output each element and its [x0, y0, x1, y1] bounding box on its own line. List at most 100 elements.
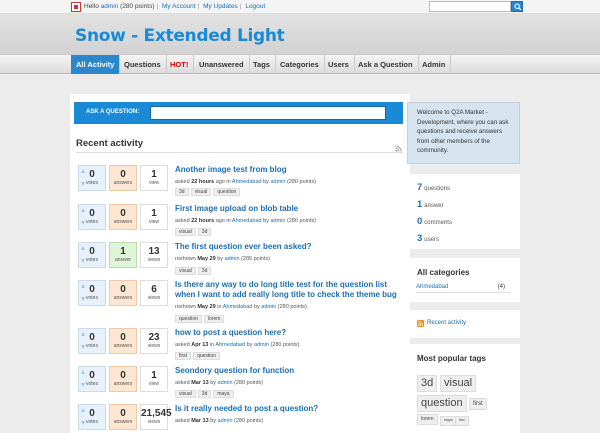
vote-up-icon[interactable] — [81, 284, 85, 288]
category-count: (4) — [497, 284, 505, 290]
vote-down-icon[interactable] — [81, 221, 85, 225]
question-title[interactable]: Another image test from blog — [175, 165, 400, 175]
vote-count: 0 votes — [78, 204, 106, 230]
tag[interactable]: 3d — [197, 267, 212, 275]
ask-question-input[interactable] — [150, 106, 386, 120]
question-title[interactable]: Seondory question for function — [175, 366, 400, 376]
vote-arrows[interactable] — [81, 408, 86, 433]
nav-admin[interactable]: Admin — [417, 55, 452, 74]
vote-down-icon[interactable] — [81, 297, 85, 301]
tag[interactable]: first — [175, 352, 192, 360]
answer-count: 0 answers — [109, 204, 137, 230]
cloud-tag[interactable]: 3d — [417, 375, 438, 392]
meta-category-link[interactable]: Ahmedabad — [223, 304, 253, 310]
meta-user-link[interactable]: admin — [261, 304, 276, 310]
vote-down-icon[interactable] — [81, 421, 85, 425]
meta-user-link[interactable]: admin — [254, 342, 269, 348]
question-title[interactable]: First image upload on blob table — [175, 204, 400, 214]
meta-action: asked — [175, 418, 190, 424]
nav-tags[interactable]: Tags — [248, 55, 276, 74]
cloud-tag[interactable]: visual — [440, 375, 477, 392]
answer-count: 0 answers — [109, 280, 137, 306]
cloud-tag[interactable]: question — [417, 395, 467, 412]
meta-when: May 29 — [197, 256, 216, 262]
vote-down-icon[interactable] — [81, 182, 85, 186]
tag[interactable]: visual — [190, 188, 212, 196]
tag[interactable]: 3d — [197, 390, 212, 398]
tag[interactable]: lorem — [203, 315, 225, 323]
user-link[interactable]: admin — [101, 3, 119, 10]
vote-down-icon[interactable] — [81, 259, 85, 263]
view-count: 1 view — [140, 165, 168, 191]
answers-label: answers — [113, 219, 133, 225]
meta-user-link[interactable]: admin — [270, 218, 285, 224]
meta-when: Mar 13 — [191, 418, 209, 424]
my-account-link[interactable]: My Account — [162, 3, 196, 10]
nav-hot[interactable]: HOT! — [165, 55, 195, 74]
vote-arrows[interactable] — [81, 332, 86, 358]
meta-user-link[interactable]: admin — [218, 380, 233, 386]
vote-down-icon[interactable] — [81, 383, 85, 387]
question-title[interactable]: how to post a question here? — [175, 328, 400, 338]
vote-down-icon[interactable] — [81, 345, 85, 349]
meta-category-link[interactable]: Ahmedabad — [232, 218, 262, 224]
tag[interactable]: question — [193, 352, 220, 360]
tag[interactable]: visual — [175, 267, 196, 275]
meta-category-link[interactable]: Ahmedabad — [232, 179, 262, 185]
nav-users[interactable]: Users — [323, 55, 355, 74]
logout-link[interactable]: Logout — [245, 3, 265, 10]
nav-ask-question[interactable]: Ask a Question — [353, 55, 419, 74]
meta-user-link[interactable]: admin — [218, 418, 233, 424]
search-input[interactable] — [429, 1, 511, 12]
vote-up-icon[interactable] — [81, 332, 85, 336]
rss-icon[interactable] — [395, 145, 402, 152]
tag[interactable]: 3d — [175, 188, 189, 196]
my-updates-link[interactable]: My Updates — [203, 3, 238, 10]
tag[interactable]: 3d — [197, 228, 212, 236]
vote-arrows[interactable] — [81, 284, 86, 310]
nav-all-activity[interactable]: All Activity — [71, 55, 121, 74]
view-count: 6 views — [140, 280, 168, 306]
site-title[interactable]: Snow - Extended Light — [75, 26, 285, 46]
cloud-tag[interactable]: first — [469, 398, 487, 410]
meta-in: in — [209, 342, 215, 348]
answer-count: 0 answers — [109, 165, 137, 191]
meta-in: ago in — [215, 179, 231, 185]
views-number: 6 — [151, 284, 157, 295]
category-link[interactable]: Ahmedabad — [416, 284, 448, 290]
meta-action: reshown — [175, 304, 196, 310]
nav-unanswered[interactable]: Unanswered — [194, 55, 250, 74]
question-title[interactable]: Is it really needed to post a question? — [175, 404, 400, 414]
cloud-tag[interactable]: test — [455, 416, 469, 426]
nav-questions[interactable]: Questions — [119, 55, 167, 74]
categories-title: All categories — [417, 268, 470, 277]
recent-activity-feed-link[interactable]: Recent activity — [427, 320, 466, 326]
meta-user-link[interactable]: admin — [270, 179, 285, 185]
tag[interactable]: question — [175, 315, 202, 323]
nav-categories[interactable]: Categories — [275, 55, 325, 74]
cloud-tag[interactable]: lorem — [417, 414, 438, 425]
vote-count: 0 votes — [78, 165, 106, 191]
vote-arrows[interactable] — [81, 208, 86, 234]
vote-arrows[interactable] — [81, 246, 86, 272]
meta-action: asked — [175, 342, 190, 348]
meta-user-link[interactable]: admin — [225, 256, 240, 262]
vote-up-icon[interactable] — [81, 169, 85, 173]
vote-up-icon[interactable] — [81, 246, 85, 250]
question-title[interactable]: Is there any way to do long title test f… — [175, 280, 400, 300]
tag[interactable]: visual — [175, 390, 196, 398]
stat-number: 0 — [417, 216, 423, 227]
question-title[interactable]: The first question ever been asked? — [175, 242, 400, 252]
tag[interactable]: visual — [175, 228, 196, 236]
tag-list: visual 3d maya — [175, 390, 236, 398]
rss-feed-icon[interactable] — [417, 320, 424, 327]
meta-category-link[interactable]: Ahmedabad — [215, 342, 245, 348]
search-button[interactable] — [511, 1, 523, 12]
vote-arrows[interactable] — [81, 169, 86, 195]
tag[interactable]: maya — [213, 390, 234, 398]
vote-up-icon[interactable] — [81, 208, 85, 212]
vote-up-icon[interactable] — [81, 370, 85, 374]
vote-arrows[interactable] — [81, 370, 86, 396]
vote-up-icon[interactable] — [81, 408, 85, 412]
tag[interactable]: question — [213, 188, 241, 196]
